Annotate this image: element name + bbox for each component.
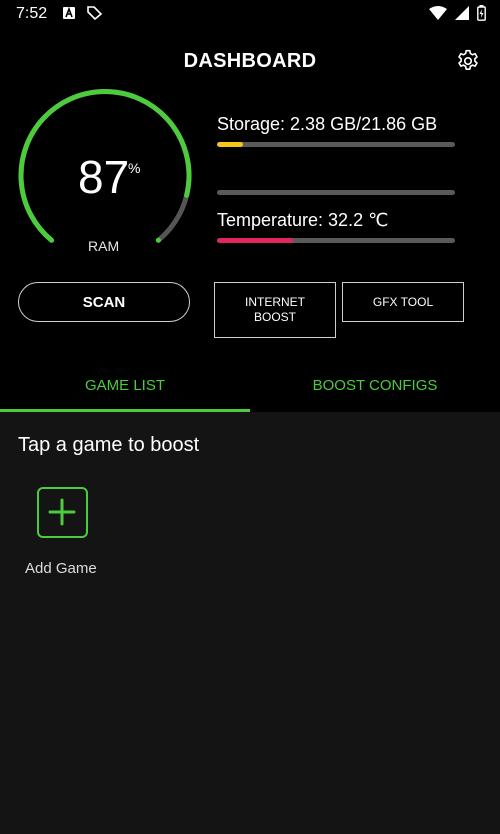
usage-bar — [217, 190, 455, 195]
wifi-icon — [429, 6, 447, 20]
storage-bar-fill — [217, 142, 244, 147]
internet-boost-button[interactable]: INTERNET BOOST — [214, 282, 336, 338]
status-system-icons — [429, 5, 486, 21]
internet-boost-label-line2: BOOST — [253, 310, 296, 324]
app-notification-icon — [63, 6, 75, 19]
game-list-hint: Tap a game to boost — [18, 434, 200, 456]
ram-percent-value: 87 — [78, 151, 130, 203]
add-game-button[interactable]: Add Game — [18, 484, 110, 584]
storage-bar — [217, 142, 455, 147]
tab-selected-indicator — [0, 409, 250, 412]
status-bar: 7:52 — [0, 0, 500, 28]
temperature-bar — [217, 238, 455, 243]
temperature-label: Temperature: 32.2 ℃ — [217, 210, 389, 230]
add-game-label: Add Game — [25, 560, 97, 577]
tab-boost-configs[interactable]: BOOST CONFIGS — [250, 358, 500, 412]
battery-icon — [477, 5, 486, 21]
tab-bar: GAME LIST BOOST CONFIGS — [0, 358, 500, 412]
tag-notification-icon — [87, 6, 102, 20]
add-game-tile — [37, 487, 88, 538]
scan-button[interactable]: SCAN — [18, 282, 190, 322]
cellular-signal-icon — [455, 6, 469, 20]
status-time: 7:52 — [16, 5, 48, 22]
status-notification-icons — [62, 6, 102, 20]
tab-game-list[interactable]: GAME LIST — [0, 358, 250, 412]
settings-button[interactable] — [455, 48, 481, 74]
gear-icon — [458, 49, 478, 70]
ram-percent-unit: % — [128, 160, 141, 176]
ram-label: RAM — [88, 238, 120, 254]
temperature-bar-fill — [217, 238, 294, 243]
storage-label: Storage: 2.38 GB/21.86 GB — [217, 114, 438, 134]
internet-boost-label-line1: INTERNET — [245, 295, 305, 309]
gfx-tool-button[interactable]: GFX TOOL — [342, 282, 464, 322]
plus-icon — [48, 498, 76, 526]
page-title: DASHBOARD — [183, 50, 317, 72]
